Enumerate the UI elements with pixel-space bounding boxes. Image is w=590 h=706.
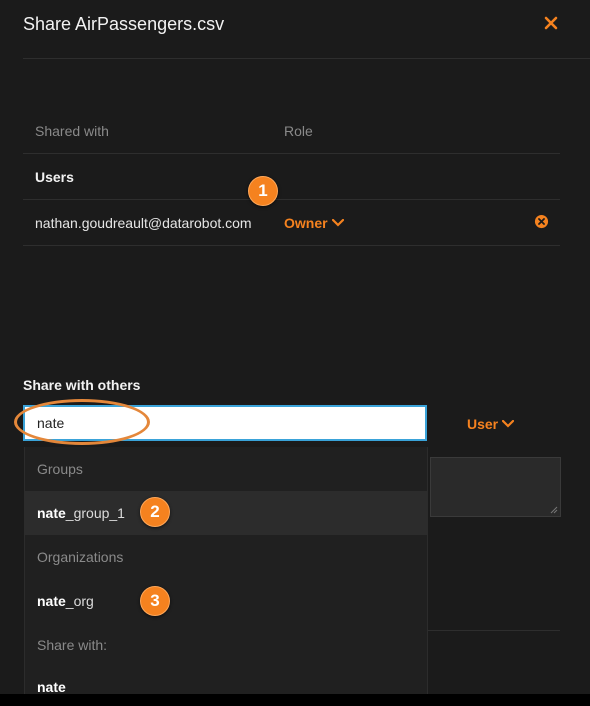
- share-type-value: User: [467, 416, 499, 432]
- col-shared-with: Shared with: [35, 123, 109, 139]
- share-with-header: Share with:: [37, 637, 108, 653]
- row-divider: [23, 245, 560, 246]
- title-divider: [23, 58, 590, 59]
- share-search-input[interactable]: [23, 405, 427, 441]
- close-icon[interactable]: [542, 14, 560, 32]
- share-type-dropdown[interactable]: User: [467, 416, 515, 432]
- org-option-nate-org[interactable]: nate _org: [25, 579, 427, 623]
- chevron-down-icon: [502, 420, 515, 428]
- dialog-title: Share AirPassengers.csv: [23, 14, 225, 34]
- group-option-nate-group-1[interactable]: nate _group_1: [25, 491, 427, 535]
- groups-header: Groups: [37, 461, 83, 477]
- role-value: Owner: [284, 215, 328, 231]
- match-text: nate: [37, 505, 66, 521]
- user-email: nathan.goudreault@datarobot.com: [35, 215, 252, 231]
- bottom-edge: [0, 694, 590, 706]
- col-role: Role: [284, 123, 313, 139]
- organizations-header: Organizations: [37, 549, 124, 565]
- remove-user-icon[interactable]: [534, 214, 549, 229]
- match-text: nate: [37, 678, 66, 695]
- chevron-down-icon: [331, 219, 344, 227]
- users-section-title: Users: [35, 169, 74, 185]
- footer-divider: [428, 630, 560, 631]
- search-results-dropdown: Groups nate _group_1 Organizations nate _o…: [24, 447, 428, 706]
- match-text: nate: [37, 593, 66, 609]
- share-message-textarea[interactable]: [430, 457, 561, 517]
- callout-badge-2: 2: [140, 497, 170, 527]
- option-rest-text: _org: [65, 593, 94, 609]
- resize-handle-icon[interactable]: [550, 506, 558, 514]
- header-divider: [23, 153, 560, 154]
- option-rest-text: _group_1: [65, 505, 125, 521]
- users-divider: [23, 199, 560, 200]
- share-with-others-label: Share with others: [23, 377, 141, 393]
- callout-badge-1: 1: [248, 176, 278, 206]
- role-dropdown[interactable]: Owner: [284, 215, 344, 231]
- callout-badge-3: 3: [140, 586, 170, 616]
